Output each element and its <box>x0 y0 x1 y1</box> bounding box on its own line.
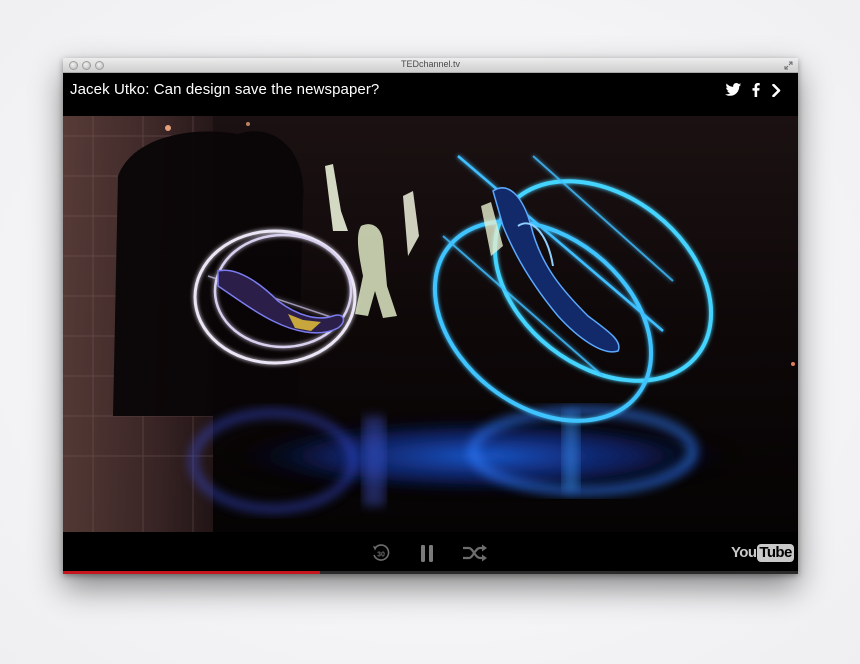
browser-window: TEDchannel.tv Jacek Utko: Can design sav… <box>63 58 798 574</box>
facebook-icon <box>752 83 760 97</box>
video-title[interactable]: Jacek Utko: Can design save the newspape… <box>70 81 379 98</box>
player-controls: 30 You Tube <box>63 533 798 571</box>
youtube-logo-tube: Tube <box>757 543 794 562</box>
twitter-icon <box>724 83 741 96</box>
shuffle-icon <box>463 544 487 562</box>
next-video-button[interactable] <box>769 81 783 99</box>
rewind-seconds-label: 30 <box>377 552 385 559</box>
progress-bar-fill <box>63 571 321 574</box>
video-frame[interactable] <box>63 116 798 532</box>
window-title: TEDchannel.tv <box>400 59 461 69</box>
facebook-share-button[interactable] <box>750 81 762 99</box>
progress-bar[interactable] <box>63 571 798 574</box>
rewind-30-button[interactable]: 30 <box>370 542 392 564</box>
youtube-logo[interactable]: You Tube <box>731 543 794 562</box>
shuffle-button[interactable] <box>461 542 489 564</box>
pause-icon <box>421 544 433 562</box>
fullscreen-icon[interactable] <box>784 61 793 70</box>
pause-button[interactable] <box>417 542 437 564</box>
rewind-30-icon: 30 <box>373 544 390 561</box>
desktop-background: TEDchannel.tv Jacek Utko: Can design sav… <box>0 0 860 664</box>
player-content: Jacek Utko: Can design save the newspape… <box>63 73 798 574</box>
chevron-right-icon <box>771 83 780 97</box>
youtube-logo-you: You <box>731 544 757 561</box>
twitter-share-button[interactable] <box>723 81 743 99</box>
window-titlebar[interactable]: TEDchannel.tv <box>63 58 798 73</box>
